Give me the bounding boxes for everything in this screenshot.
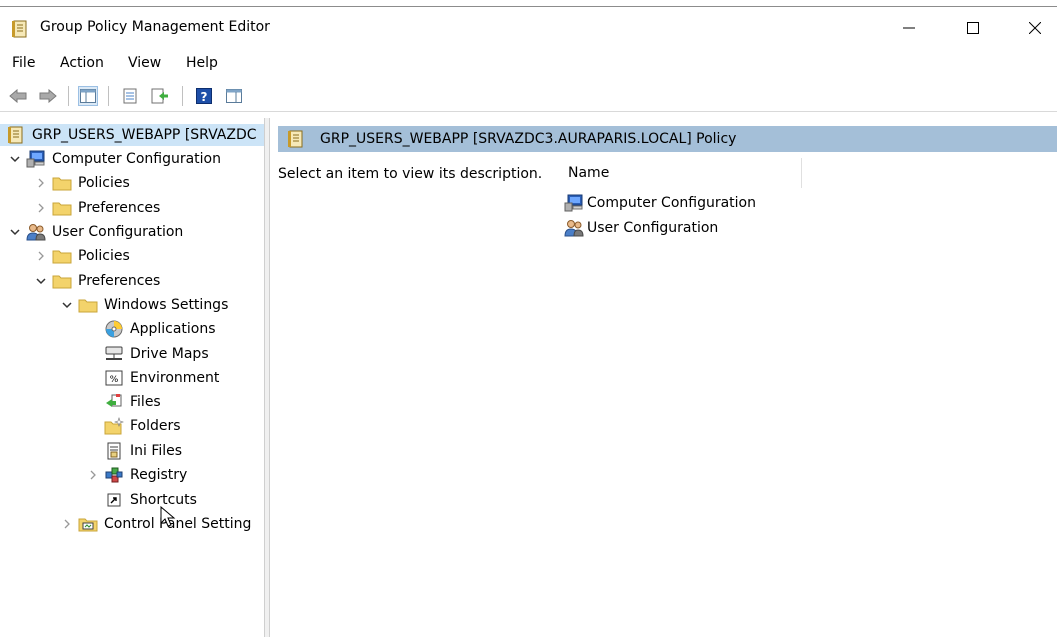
folder-icon <box>52 199 72 217</box>
chevron-down-icon[interactable] <box>34 274 48 288</box>
menu-file[interactable]: File <box>12 55 35 71</box>
description-text: Select an item to view its description. <box>278 166 543 182</box>
toolbar-separator <box>108 86 109 106</box>
export-list-icon[interactable] <box>150 86 170 106</box>
tree-item-shortcuts[interactable]: Shortcuts <box>104 489 197 511</box>
list-item-user-configuration[interactable]: User Configuration <box>564 217 718 239</box>
tree-item-folders[interactable]: Folders <box>104 415 181 437</box>
menu-help[interactable]: Help <box>186 55 218 71</box>
policy-document-icon <box>12 20 28 42</box>
tree-item-ini-files[interactable]: Ini Files <box>104 440 182 462</box>
window-title: Group Policy Management Editor <box>40 19 270 35</box>
properties-icon[interactable] <box>120 86 140 106</box>
environment-variable-icon: % <box>104 369 124 387</box>
tree-item-computer-preferences[interactable]: Preferences <box>34 197 160 219</box>
folder-icon <box>78 296 98 314</box>
tree-item-computer-configuration[interactable]: Computer Configuration <box>8 148 221 170</box>
menu-action[interactable]: Action <box>60 55 104 71</box>
back-arrow-icon[interactable] <box>8 86 28 106</box>
title-bar[interactable]: Group Policy Management Editor <box>0 8 1057 48</box>
chevron-right-icon[interactable] <box>34 201 48 215</box>
svg-text:%: % <box>110 375 119 385</box>
chevron-right-icon[interactable] <box>34 249 48 263</box>
tree-item-computer-policies[interactable]: Policies <box>34 172 130 194</box>
details-pane: GRP_USERS_WEBAPP [SRVAZDC3.AURAPARIS.LOC… <box>270 118 1057 637</box>
close-button[interactable] <box>1012 8 1057 48</box>
toolbar: ? <box>0 80 1057 112</box>
tree-item-applications[interactable]: Applications <box>104 318 216 340</box>
tree-item-registry[interactable]: Registry <box>86 464 187 486</box>
chevron-right-icon[interactable] <box>34 176 48 190</box>
tree-item-drive-maps[interactable]: Drive Maps <box>104 343 209 365</box>
tree-item-control-panel-settings[interactable]: Control Panel Setting <box>60 513 251 535</box>
network-drive-icon <box>104 345 124 363</box>
shortcut-icon <box>104 491 124 509</box>
ini-file-icon <box>104 442 124 460</box>
details-header: GRP_USERS_WEBAPP [SRVAZDC3.AURAPARIS.LOC… <box>278 126 1057 152</box>
tree-item-root-policy[interactable]: GRP_USERS_WEBAPP [SRVAZDC <box>0 124 264 146</box>
tree-item-environment[interactable]: % Environment <box>104 367 219 389</box>
toolbar-separator <box>182 86 183 106</box>
control-panel-folder-icon <box>78 515 98 533</box>
toolbar-separator <box>68 86 69 106</box>
policy-document-icon <box>6 126 26 144</box>
maximize-button[interactable] <box>950 8 996 48</box>
tree-item-user-preferences[interactable]: Preferences <box>34 270 160 292</box>
chevron-down-icon[interactable] <box>8 152 22 166</box>
help-icon[interactable]: ? <box>194 86 214 106</box>
users-icon <box>564 219 584 237</box>
users-icon <box>26 223 46 241</box>
registry-icon <box>104 466 124 484</box>
files-icon <box>104 393 124 411</box>
column-divider[interactable] <box>801 158 802 188</box>
forward-arrow-icon[interactable] <box>38 86 58 106</box>
menu-bar: File Action View Help <box>0 50 1057 76</box>
show-hide-action-pane-icon[interactable] <box>224 86 244 106</box>
tree-item-user-policies[interactable]: Policies <box>34 245 130 267</box>
tree-item-files[interactable]: Files <box>104 391 161 413</box>
minimize-button[interactable] <box>886 8 932 48</box>
chevron-right-icon[interactable] <box>86 468 100 482</box>
show-hide-console-tree-icon[interactable] <box>78 86 98 106</box>
chevron-right-icon[interactable] <box>60 517 74 531</box>
window-top-edge <box>0 0 1057 7</box>
policy-document-icon <box>286 130 306 148</box>
folder-icon <box>52 174 72 192</box>
console-tree[interactable]: GRP_USERS_WEBAPP [SRVAZDC Computer Confi… <box>0 118 264 637</box>
computer-icon <box>26 150 46 168</box>
applications-disc-icon <box>104 320 124 338</box>
mouse-pointer-icon <box>160 505 176 532</box>
computer-icon <box>564 194 584 212</box>
svg-text:?: ? <box>201 90 208 104</box>
menu-view[interactable]: View <box>128 55 161 71</box>
folder-sparkle-icon <box>104 417 124 435</box>
column-header-name[interactable]: Name <box>568 165 609 181</box>
folder-icon <box>52 247 72 265</box>
tree-item-windows-settings[interactable]: Windows Settings <box>60 294 228 316</box>
chevron-down-icon[interactable] <box>60 298 74 312</box>
details-header-title: GRP_USERS_WEBAPP [SRVAZDC3.AURAPARIS.LOC… <box>320 131 737 147</box>
list-item-computer-configuration[interactable]: Computer Configuration <box>564 192 756 214</box>
chevron-down-icon[interactable] <box>8 225 22 239</box>
folder-icon <box>52 272 72 290</box>
tree-item-user-configuration[interactable]: User Configuration <box>8 221 183 243</box>
